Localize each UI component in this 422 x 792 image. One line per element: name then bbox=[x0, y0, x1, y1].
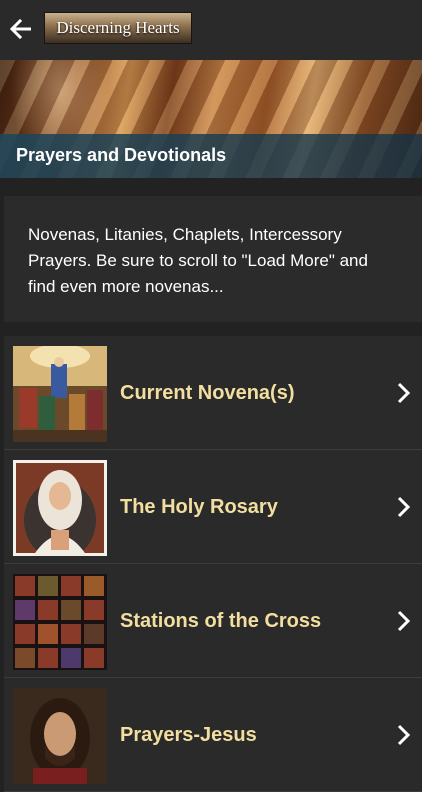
app-header: Discerning Hearts bbox=[0, 0, 422, 60]
logo-text: Discerning Hearts bbox=[56, 18, 180, 37]
madonna-portrait-thumbnail bbox=[13, 460, 107, 556]
list-item-label: The Holy Rosary bbox=[120, 495, 278, 518]
devotional-list: Current Novena(s) The Holy Rosary Statio… bbox=[4, 336, 422, 792]
back-button[interactable] bbox=[8, 16, 34, 42]
chevron-right-icon bbox=[397, 724, 411, 746]
list-item-label: Prayers-Jesus bbox=[120, 723, 257, 746]
banner-caption-bar: Prayers and Devotionals bbox=[0, 134, 422, 178]
list-item-current-novenas[interactable]: Current Novena(s) bbox=[4, 336, 422, 450]
description-text: Novenas, Litanies, Chaplets, Intercessor… bbox=[28, 225, 368, 296]
category-banner: Prayers and Devotionals bbox=[0, 60, 422, 178]
description-card: Novenas, Litanies, Chaplets, Intercessor… bbox=[4, 196, 422, 322]
list-item-label: Stations of the Cross bbox=[120, 609, 322, 632]
chevron-right-icon bbox=[397, 382, 411, 404]
stations-grid-thumbnail bbox=[13, 574, 107, 670]
list-item-prayers-jesus[interactable]: Prayers-Jesus bbox=[4, 678, 422, 792]
list-item-label: Current Novena(s) bbox=[120, 381, 295, 404]
list-item-stations-of-the-cross[interactable]: Stations of the Cross bbox=[4, 564, 422, 678]
chevron-right-icon bbox=[397, 496, 411, 518]
chevron-right-icon bbox=[397, 610, 411, 632]
jesus-portrait-thumbnail bbox=[13, 688, 107, 784]
pentecost-painting-thumbnail bbox=[13, 346, 107, 442]
page-title: Prayers and Devotionals bbox=[16, 145, 227, 165]
app-logo: Discerning Hearts bbox=[44, 12, 192, 44]
arrow-left-icon bbox=[10, 19, 31, 39]
list-item-holy-rosary[interactable]: The Holy Rosary bbox=[4, 450, 422, 564]
